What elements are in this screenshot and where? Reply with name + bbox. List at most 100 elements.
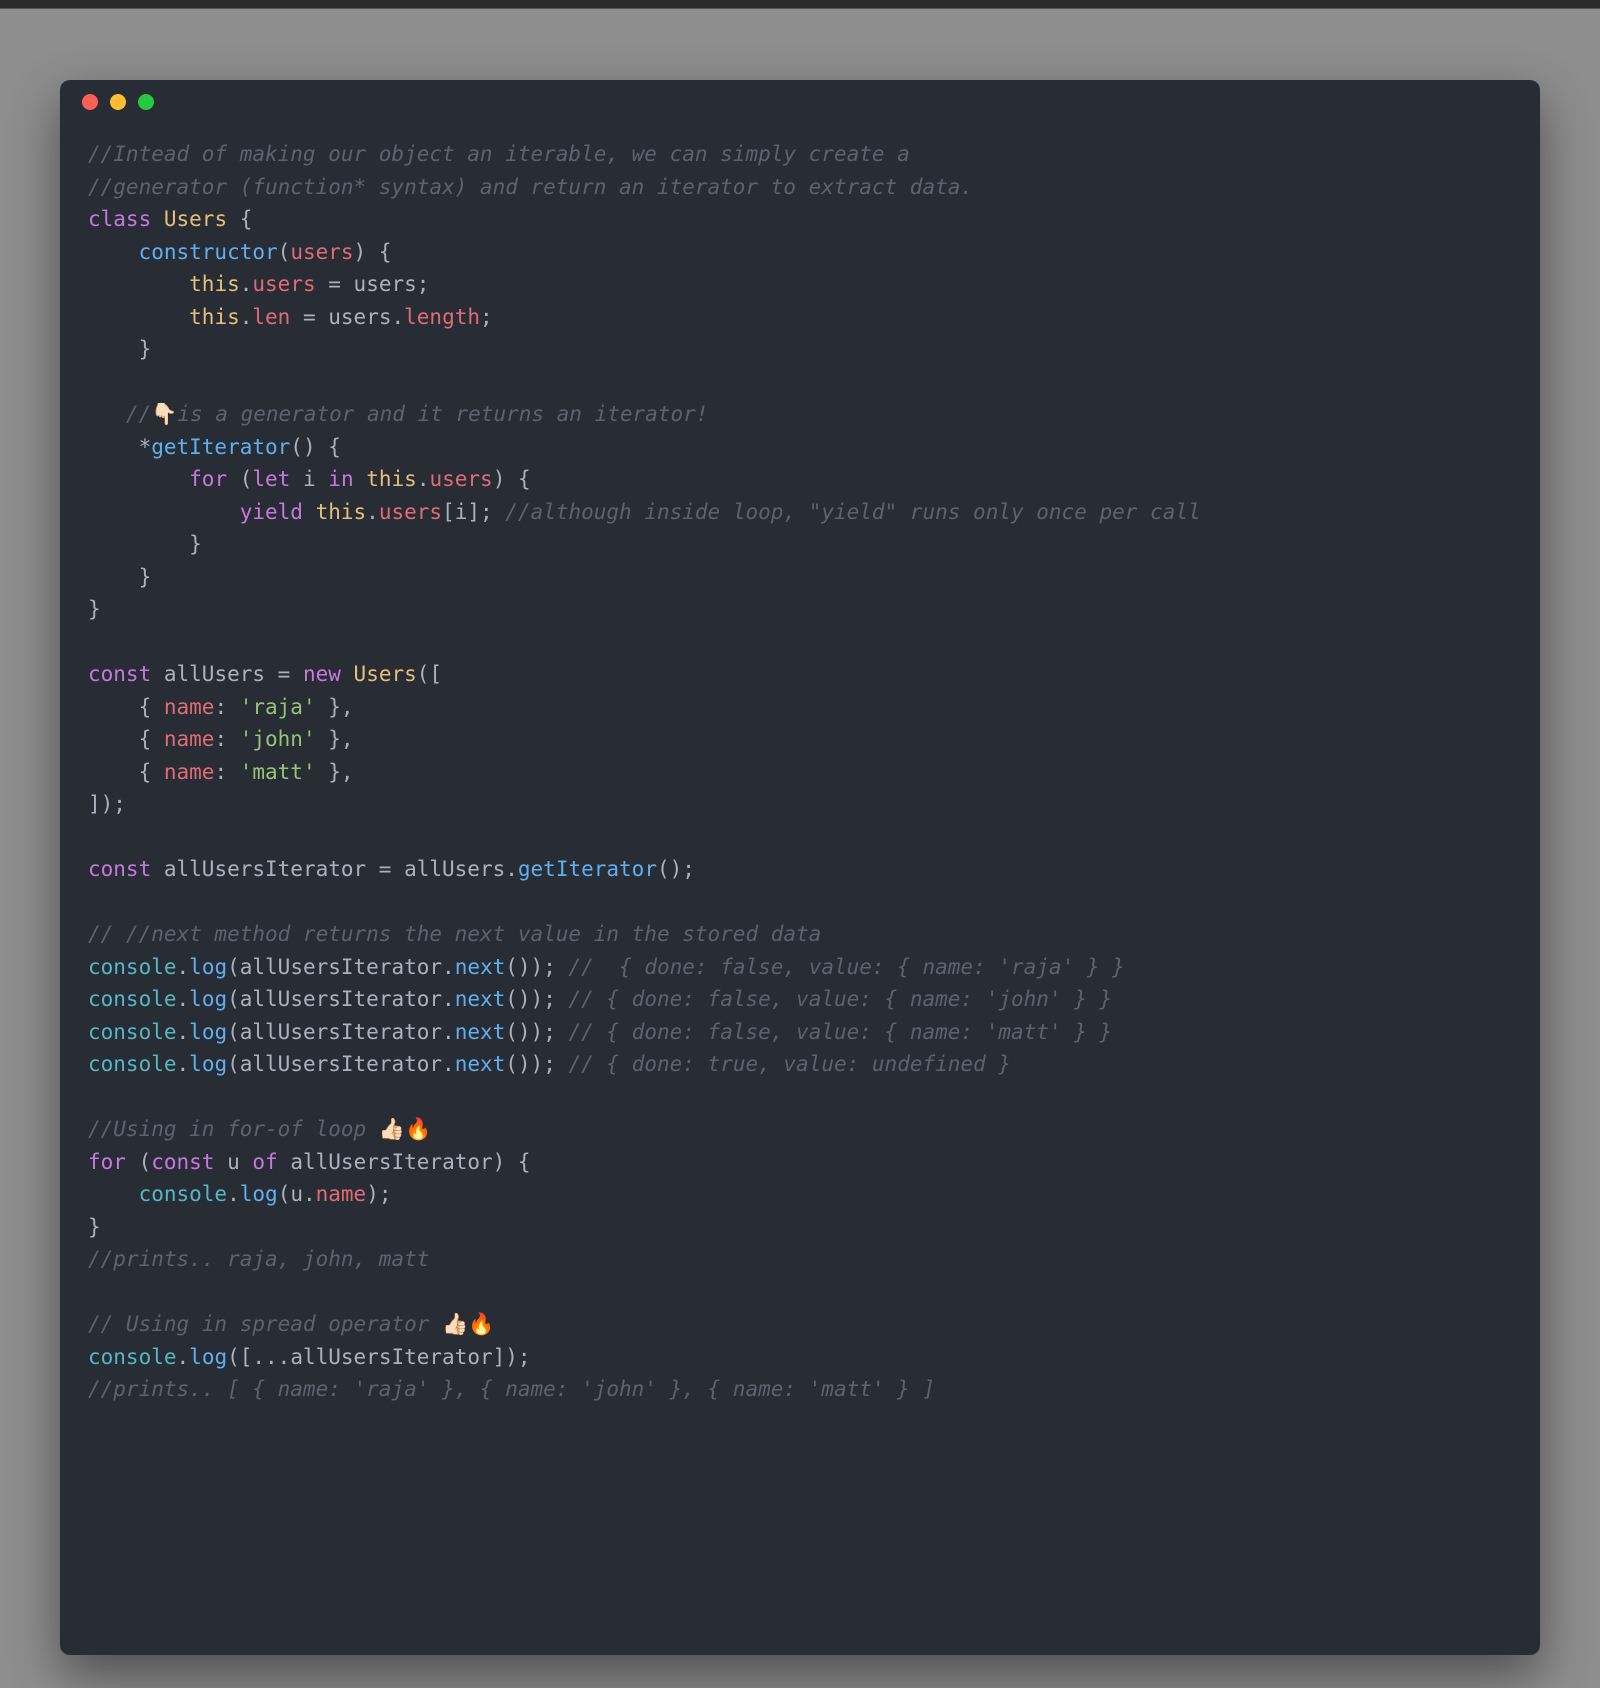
token: users xyxy=(379,500,442,524)
token: this xyxy=(189,272,240,296)
token: // { done: false, value: { name: 'matt' … xyxy=(568,1020,1112,1044)
token: (u. xyxy=(278,1182,316,1206)
token: length xyxy=(404,305,480,329)
code-block: //Intead of making our object an iterabl… xyxy=(60,124,1540,1434)
token: allUsersIterator) { xyxy=(278,1150,531,1174)
token: name xyxy=(164,760,215,784)
token: name xyxy=(164,695,215,719)
token: in xyxy=(328,467,353,491)
token: getIterator xyxy=(151,435,290,459)
token: console xyxy=(88,1020,177,1044)
token: users xyxy=(290,240,353,264)
code-line: //generator (function* syntax) and retur… xyxy=(88,175,973,199)
token: this xyxy=(366,467,417,491)
token: ) { xyxy=(493,467,531,491)
thumbs-up-fire-emoji-icon: 👍🏻🔥 xyxy=(379,1117,431,1141)
token: Users xyxy=(164,207,227,231)
token: console xyxy=(88,987,177,1011)
maximize-icon[interactable] xyxy=(138,94,154,110)
token: const xyxy=(88,857,151,881)
token: (allUsersIterator. xyxy=(227,1052,455,1076)
code-line: } xyxy=(88,532,202,556)
token: name xyxy=(164,727,215,751)
token: (allUsersIterator. xyxy=(227,955,455,979)
token: log xyxy=(189,1020,227,1044)
code-line: } xyxy=(88,1215,101,1239)
point-down-emoji-icon: 👇🏻 xyxy=(151,402,177,426)
token: // { done: false, value: { name: 'raja' … xyxy=(568,955,1124,979)
code-window: //Intead of making our object an iterabl… xyxy=(60,80,1540,1655)
token: log xyxy=(189,955,227,979)
code-line: } xyxy=(88,337,151,361)
token: ()); xyxy=(505,955,568,979)
token: allUsers = xyxy=(164,662,303,686)
token: // { done: true, value: undefined } xyxy=(568,1052,1011,1076)
token: (allUsersIterator. xyxy=(227,1020,455,1044)
token: ([...allUsersIterator]); xyxy=(227,1345,530,1369)
token: ()); xyxy=(505,1052,568,1076)
close-icon[interactable] xyxy=(82,94,98,110)
top-ruler xyxy=(0,0,1600,9)
token: ([ xyxy=(417,662,442,686)
code-line: //prints.. raja, john, matt xyxy=(88,1247,429,1271)
token: ) { xyxy=(354,240,392,264)
token: len xyxy=(252,305,290,329)
token: class xyxy=(88,207,151,231)
token: log xyxy=(189,1052,227,1076)
token: i xyxy=(303,467,316,491)
thumbs-up-fire-emoji-icon: 👍🏻🔥 xyxy=(442,1312,494,1336)
token: console xyxy=(139,1182,228,1206)
token: console xyxy=(88,1345,177,1369)
token: = users; xyxy=(328,272,429,296)
token: next xyxy=(455,1052,506,1076)
code-line: //prints.. [ { name: 'raja' }, { name: '… xyxy=(88,1377,935,1401)
code-line: // //next method returns the next value … xyxy=(88,922,821,946)
token: = users. xyxy=(303,305,404,329)
token: log xyxy=(189,1345,227,1369)
token: constructor xyxy=(139,240,278,264)
token: users xyxy=(429,467,492,491)
token: is a generator and it returns an iterato… xyxy=(177,402,708,426)
token: for xyxy=(88,1150,126,1174)
token: (allUsersIterator. xyxy=(227,987,455,1011)
code-line: ]); xyxy=(88,792,126,816)
window-titlebar xyxy=(60,80,1540,124)
token: next xyxy=(455,1020,506,1044)
token: (); xyxy=(657,857,695,881)
token: yield xyxy=(240,500,303,524)
token: // Using in spread operator xyxy=(88,1312,442,1336)
token: const xyxy=(151,1150,214,1174)
token: //Using in for-of loop xyxy=(88,1117,379,1141)
token: next xyxy=(455,987,506,1011)
token: ; xyxy=(480,305,493,329)
token: users xyxy=(252,272,315,296)
code-line: } xyxy=(88,565,151,589)
token: allUsersIterator = allUsers. xyxy=(164,857,518,881)
token: //although inside loop, "yield" runs onl… xyxy=(505,500,1200,524)
token: this xyxy=(189,305,240,329)
token: log xyxy=(240,1182,278,1206)
token: console xyxy=(88,1052,177,1076)
token: ()); xyxy=(505,987,568,1011)
code-line: } xyxy=(88,597,101,621)
token: next xyxy=(455,955,506,979)
token: ); xyxy=(366,1182,391,1206)
token: u xyxy=(227,1150,240,1174)
token: console xyxy=(88,955,177,979)
token: () { xyxy=(290,435,341,459)
token: of xyxy=(252,1150,277,1174)
token: * xyxy=(88,435,151,459)
minimize-icon[interactable] xyxy=(110,94,126,110)
token: new xyxy=(303,662,341,686)
token: 'raja' xyxy=(240,695,316,719)
token: for xyxy=(189,467,227,491)
token: [i]; xyxy=(442,500,505,524)
token: log xyxy=(189,987,227,1011)
token: getIterator xyxy=(518,857,657,881)
token: this xyxy=(316,500,367,524)
token: 'matt' xyxy=(240,760,316,784)
token: const xyxy=(88,662,151,686)
token: 'john' xyxy=(240,727,316,751)
token: name xyxy=(316,1182,367,1206)
token: { xyxy=(240,207,253,231)
